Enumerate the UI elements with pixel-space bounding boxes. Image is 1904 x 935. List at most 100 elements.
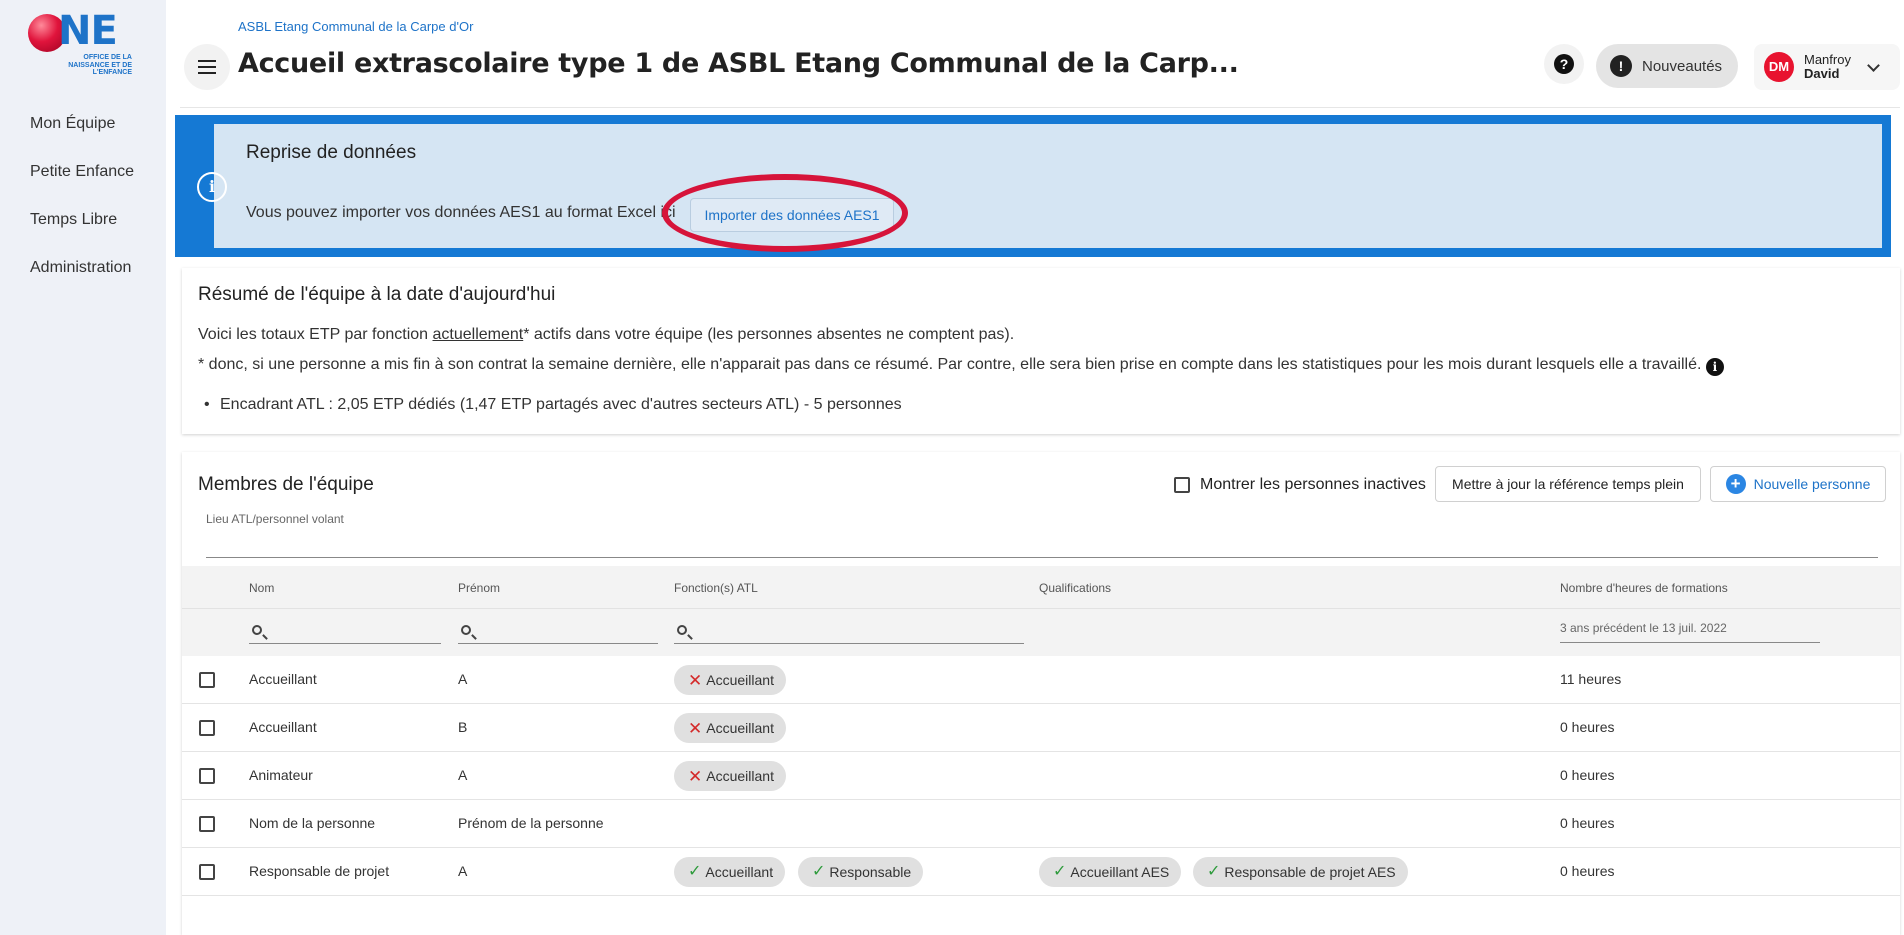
check-icon: ✓ (812, 863, 826, 880)
menu-button[interactable] (184, 44, 230, 90)
cell-nom: Animateur (249, 767, 313, 783)
cell-prenom: Prénom de la personne (458, 815, 604, 831)
logo-subtitle: OFFICE DE LA NAISSANCE ET DE L'ENFANCE (68, 54, 132, 76)
show-inactive-checkbox[interactable] (1174, 477, 1190, 493)
banner-body (214, 124, 1882, 248)
sidebar: NE OFFICE DE LA NAISSANCE ET DE L'ENFANC… (0, 0, 166, 935)
sidebar-item-administration[interactable]: Administration (30, 256, 134, 304)
show-inactive-toggle[interactable]: Montrer les personnes inactives (1174, 476, 1426, 494)
cell-nom: Accueillant (249, 671, 317, 687)
sidebar-item-petite-enfance[interactable]: Petite Enfance (30, 160, 134, 208)
banner-title: Reprise de données (246, 142, 417, 163)
fonctions-filter-input[interactable] (674, 622, 1024, 644)
column-header-nom[interactable]: Nom (249, 581, 274, 595)
row-checkbox[interactable] (199, 672, 215, 688)
cell-nom: Responsable de projet (249, 863, 390, 879)
table-row[interactable]: Animateur A ✕ Accueillant 0 heures (182, 752, 1900, 800)
column-header-heures[interactable]: Nombre d'heures de formations (1560, 581, 1728, 595)
cell-heures: 0 heures (1560, 815, 1615, 831)
summary-line-1: Voici les totaux ETP par fonction actuel… (198, 326, 1014, 344)
check-icon: ✓ (1053, 863, 1067, 880)
add-circle-icon: + (1725, 474, 1746, 494)
cell-nom: Nom de la personne (249, 815, 376, 831)
import-banner (175, 115, 1891, 257)
cell-heures: 0 heures (1560, 767, 1615, 783)
heures-filter-underline (1560, 642, 1820, 643)
alert-badge-icon: ! (1610, 55, 1632, 77)
info-icon[interactable]: i (1705, 358, 1724, 376)
cell-prenom: A (458, 863, 468, 879)
row-checkbox[interactable] (199, 816, 215, 832)
summary-line-2: * donc, si une personne a mis fin à son … (198, 356, 1724, 376)
qualification-chip-label: Responsable de projet AES (1224, 864, 1396, 880)
table-row[interactable]: Responsable de projet A ✓ Accueillant ✓ … (182, 848, 1900, 896)
qualification-chip: ✓ Accueillant AES (1039, 857, 1182, 887)
summary-line-2-text: * donc, si une personne a mis fin à son … (198, 356, 1702, 373)
cell-heures: 11 heures (1560, 671, 1622, 687)
help-button[interactable]: ? (1544, 44, 1584, 84)
check-icon: ✓ (688, 863, 702, 880)
column-header-prenom[interactable]: Prénom (458, 581, 500, 595)
cell-prenom: B (458, 719, 468, 735)
summary-title: Résumé de l'équipe à la date d'aujourd'h… (198, 284, 556, 305)
qualification-chip-label: Accueillant AES (1070, 864, 1170, 880)
header-divider (180, 107, 1900, 108)
news-button[interactable]: ! Nouveautés (1596, 44, 1738, 88)
lieu-atl-select[interactable] (206, 557, 1878, 558)
user-first-name: David (1804, 66, 1840, 81)
hamburger-icon (198, 60, 216, 74)
row-checkbox[interactable] (199, 768, 215, 784)
nom-filter-input[interactable] (249, 622, 441, 644)
news-label: Nouveautés (1642, 57, 1723, 75)
summary-line-1-start: Voici les totaux ETP par fonction (198, 326, 433, 343)
table-row[interactable]: Accueillant B ✕ Accueillant 0 heures (182, 704, 1900, 752)
heures-filter-hint[interactable]: 3 ans précédent le 13 juil. 2022 (1560, 621, 1727, 635)
fonction-chip: ✕ Accueillant (674, 665, 786, 695)
lieu-atl-label: Lieu ATL/personnel volant (206, 512, 344, 526)
show-inactive-label: Montrer les personnes inactives (1200, 476, 1426, 493)
avatar: DM (1764, 52, 1794, 82)
new-person-label: Nouvelle personne (1753, 476, 1871, 492)
search-icon (461, 625, 471, 635)
update-reference-button[interactable]: Mettre à jour la référence temps plein (1435, 466, 1701, 502)
highlight-annotation (662, 174, 908, 252)
fonction-chip: ✕ Accueillant (674, 713, 786, 743)
sidebar-nav: Mon Équipe Petite Enfance Temps Libre Ad… (30, 112, 134, 304)
logo-text: NE (58, 8, 118, 54)
chevron-down-icon (1867, 58, 1880, 72)
summary-underlined-word: actuellement (432, 326, 524, 343)
user-last-name: Manfroy (1804, 52, 1851, 67)
cell-heures: 0 heures (1560, 863, 1615, 879)
row-checkbox[interactable] (199, 864, 215, 880)
question-icon: ? (1554, 54, 1574, 74)
prenom-filter-input[interactable] (458, 622, 658, 644)
sidebar-item-mon-equipe[interactable]: Mon Équipe (30, 112, 134, 160)
cross-icon: ✕ (688, 766, 703, 786)
fonction-chip: ✕ Accueillant (674, 761, 786, 791)
new-person-button[interactable]: + Nouvelle personne (1710, 466, 1886, 502)
organization-name[interactable]: ASBL Etang Communal de la Carpe d'Or (238, 19, 473, 34)
sidebar-item-temps-libre[interactable]: Temps Libre (30, 208, 134, 256)
cell-prenom: A (458, 767, 468, 783)
search-icon (252, 625, 262, 635)
row-checkbox[interactable] (199, 720, 215, 736)
cell-nom: Accueillant (249, 719, 317, 735)
search-icon (677, 625, 687, 635)
fonction-chip: ✓ Responsable (798, 857, 924, 887)
summary-bullet: Encadrant ATL : 2,05 ETP dédiés (1,47 ET… (204, 396, 902, 414)
table-row[interactable]: Accueillant A ✕ Accueillant 11 heures (182, 656, 1900, 704)
table-row[interactable]: Nom de la personne Prénom de la personne… (182, 800, 1900, 848)
fonction-chip: ✓ Accueillant (674, 857, 786, 887)
column-header-qualifications[interactable]: Qualifications (1039, 581, 1111, 595)
page-title: Accueil extrascolaire type 1 de ASBL Eta… (238, 48, 1239, 79)
user-names: Manfroy David (1804, 53, 1851, 81)
cross-icon: ✕ (688, 718, 703, 738)
user-menu[interactable]: DM Manfroy David (1754, 44, 1900, 90)
qualification-chip: ✓ Responsable de projet AES (1193, 857, 1408, 887)
column-header-fonctions[interactable]: Fonction(s) ATL (674, 581, 758, 595)
one-logo[interactable]: NE OFFICE DE LA NAISSANCE ET DE L'ENFANC… (28, 8, 138, 82)
fonction-chip-label: Accueillant (706, 672, 774, 688)
fonction-chip-label: Accueillant (706, 720, 774, 736)
banner-text: Vous pouvez importer vos données AES1 au… (246, 204, 676, 221)
team-title: Membres de l'équipe (198, 474, 374, 495)
